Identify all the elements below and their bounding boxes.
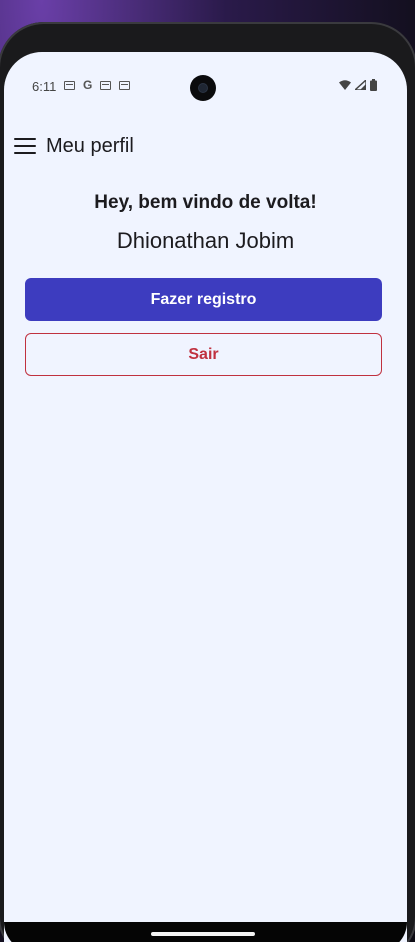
register-button[interactable]: Fazer registro [25, 278, 382, 321]
home-indicator[interactable] [151, 932, 255, 936]
battery-icon [370, 79, 377, 91]
status-time: 6:11 [32, 79, 57, 94]
user-name: Dhionathan Jobim [116, 228, 295, 253]
calendar-icon [119, 80, 131, 90]
system-icons [339, 79, 377, 91]
logout-button[interactable]: Sair [25, 333, 382, 376]
front-camera [190, 75, 216, 101]
signal-icon [355, 80, 366, 90]
menu-icon[interactable] [14, 138, 36, 154]
app-screen: 6:11 G Meu perfil Hey, bem vindo de volt… [4, 52, 407, 942]
calendar-icon [100, 80, 112, 90]
status-bar: 6:11 G [4, 52, 407, 101]
top-app-bar: Meu perfil [4, 124, 407, 168]
navigation-bar [4, 922, 407, 942]
phone-frame: 6:11 G Meu perfil Hey, bem vindo de volt… [0, 22, 415, 942]
google-icon: G [83, 78, 93, 92]
notification-icons: G [64, 78, 131, 92]
welcome-greeting: Hey, bem vindo de volta! [94, 192, 317, 213]
page-title: Meu perfil [46, 134, 134, 157]
wifi-icon [339, 80, 351, 90]
news-icon [64, 80, 75, 90]
